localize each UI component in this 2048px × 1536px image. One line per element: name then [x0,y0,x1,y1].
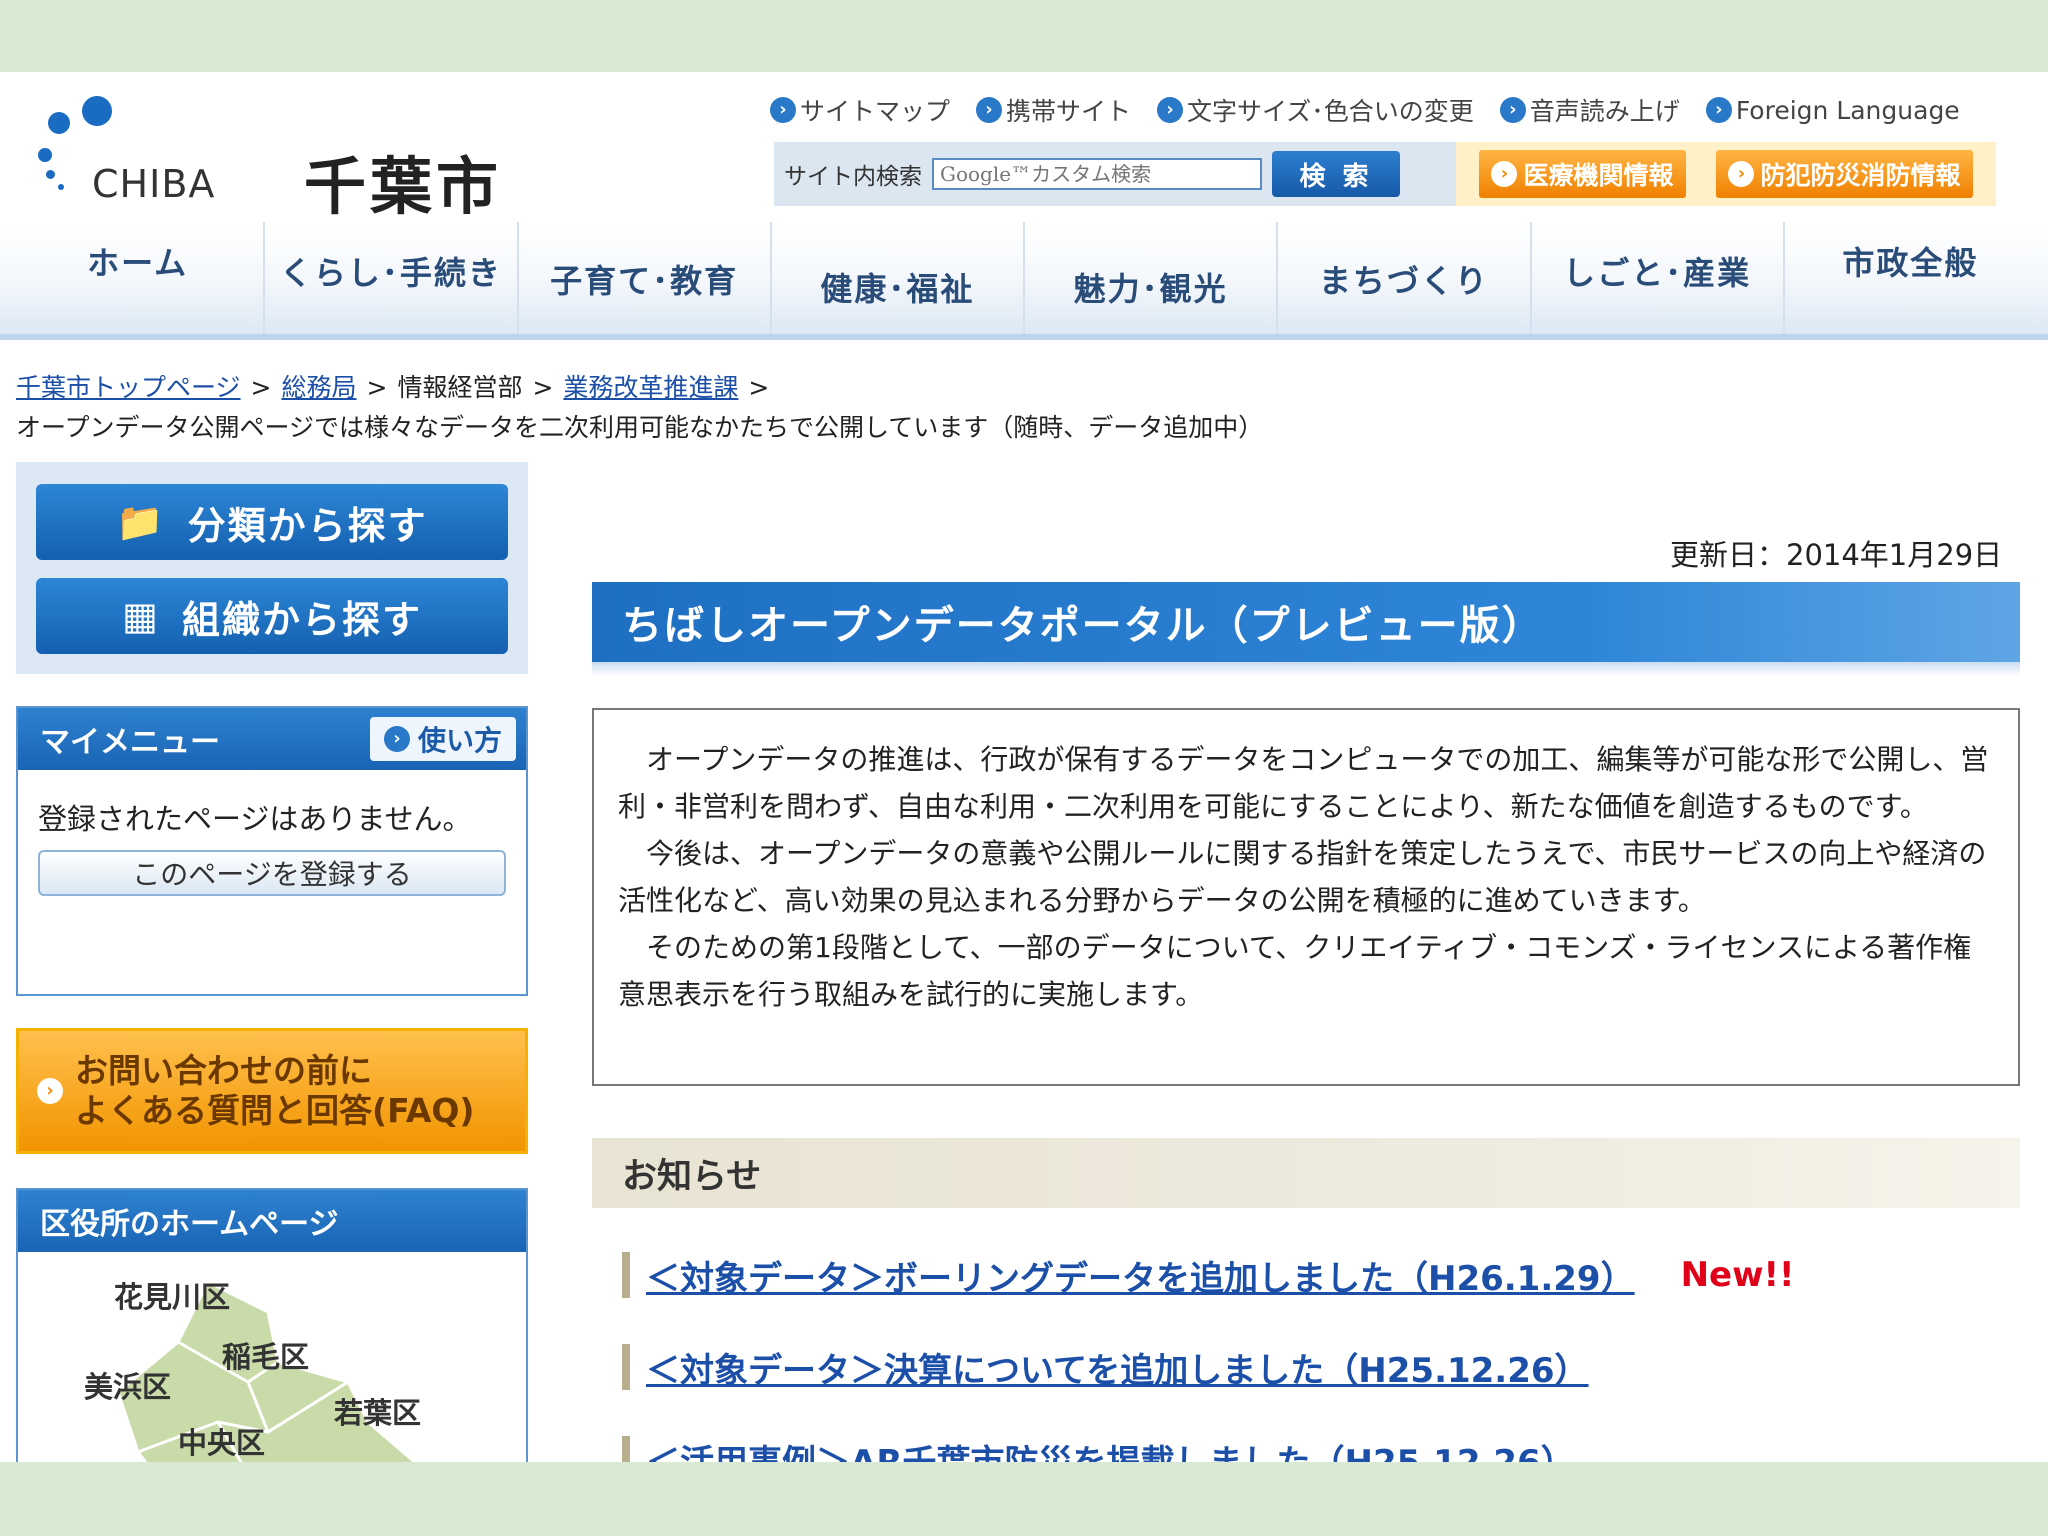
intro-paragraph: オープンデータの推進は、行政が保有するデータをコンピュータでの加工、編集等が可能… [618,743,1989,823]
my-menu-title: マイメニュー [40,725,220,760]
util-link-label: Foreign Language [1735,95,1960,125]
nav-living[interactable]: くらし･手続き [265,222,519,334]
news-link[interactable]: ＜対象データ＞決算についてを追加しました（H25.12.26） [646,1343,1589,1392]
ward-map[interactable]: 花見川区 稲毛区 美浜区 若葉区 中央区 緑区 [18,1252,526,1462]
breadcrumb-separator: > [748,373,770,402]
breadcrumb-link-general-affairs[interactable]: 総務局 [281,373,356,402]
nav-business[interactable]: しごと･産業 [1532,222,1785,334]
breadcrumb-current: オープンデータ公開ページでは様々なデータを二次利用可能なかたちで公開しています（… [16,413,1264,442]
util-link-foreign-language[interactable]: › Foreign Language [1705,92,1960,128]
nav-city-planning[interactable]: まちづくり [1278,222,1532,334]
disaster-info-label: 防犯防災消防情報 [1760,161,1961,190]
ward-offices-panel: 区役所のホームページ 花見川区 稲毛区 美浜区 若葉区 中央区 緑区 [16,1188,528,1462]
news-heading: お知らせ [592,1138,2020,1208]
ward-mihama[interactable]: 美浜区 [84,1364,171,1406]
util-link-label: 音声読み上げ [1529,97,1680,126]
search-button[interactable]: 検 索 [1272,151,1400,197]
utility-links: › サイトマップ › 携帯サイト › 文字サイズ･色合いの変更 › 音声読み上げ › Fo… [770,92,1960,128]
breadcrumb-info-dept: 情報経営部 [397,373,523,402]
top-band [0,0,2048,72]
news-link[interactable]: ＜対象データ＞ボーリングデータを追加しました（H26.1.29） [646,1251,1635,1300]
arrow-right-icon: › [37,1078,63,1104]
arrow-right-icon: › [1499,97,1526,123]
web-page: CHIBA 千葉市 › サイトマップ › 携帯サイト › 文字サイズ･色合いの変更 ›… [0,72,2048,1462]
arrow-right-icon: › [1157,97,1184,123]
folder-icon: 📁 [116,499,166,544]
intro-paragraph: 今後は、オープンデータの意義や公開ルールに関する指針を策定したうえで、市民サービ… [618,837,1987,917]
faq-banner[interactable]: › お問い合わせの前に よくある質問と回答(FAQ) [16,1028,528,1154]
breadcrumb-separator: > [250,373,272,402]
how-to-use-label: 使い方 [417,724,502,757]
arrow-right-icon: › [1491,161,1518,187]
my-menu: マイメニュー › 使い方 登録されたページはありません。 このページを登録する [16,706,528,996]
arrow-right-icon: › [770,97,796,123]
ward-hanamigawa[interactable]: 花見川区 [114,1274,230,1316]
page-title-shadow [592,662,2020,676]
util-link-text-size[interactable]: › 文字サイズ･色合いの変更 [1157,92,1474,128]
arrow-right-icon: › [1728,161,1755,187]
arrow-right-icon: › [1705,97,1732,123]
new-badge: New!! [1680,1255,1795,1295]
arrow-right-icon: › [976,97,1003,123]
nav-city-government[interactable]: 市政全般 [1785,222,2036,334]
updated-date: 更新日：2014年1月29日 [1670,538,2003,572]
news-item: ＜活用事例＞AR千葉市防災を掲載しました（H25.12.26） [622,1436,2012,1462]
ward-wakaba[interactable]: 若葉区 [334,1390,421,1432]
my-menu-empty-message: 登録されたページはありません。 [38,802,472,836]
ward-offices-title: 区役所のホームページ [18,1190,526,1252]
my-menu-header: マイメニュー › 使い方 [18,708,526,770]
util-link-label: 文字サイズ･色合いの変更 [1187,97,1474,126]
bottom-band [0,1462,2048,1536]
page-title: ちばしオープンデータポータル（プレビュー版） [592,582,2020,662]
nav-tourism[interactable]: 魅力･観光 [1025,222,1279,334]
disaster-info-button[interactable]: › 防犯防災消防情報 [1716,150,1973,198]
util-link-label: 携帯サイト [1006,97,1132,126]
medical-info-label: 医療機関情報 [1523,161,1674,190]
site-search: サイト内検索 検 索 [774,142,1472,206]
breadcrumb-link-reform-section[interactable]: 業務改革推進課 [563,373,738,402]
building-icon: ▦ [122,594,160,638]
breadcrumb-link-top[interactable]: 千葉市トップページ [16,373,241,402]
news-item: ＜対象データ＞決算についてを追加しました（H25.12.26） [622,1343,2012,1392]
intro-box: オープンデータの推進は、行政が保有するデータをコンピュータでの加工、編集等が可能… [592,708,2020,1086]
search-by-category-button[interactable]: 📁 分類から探す [36,484,508,560]
news-list: ＜対象データ＞ボーリングデータを追加しました（H26.1.29） New!! ＜… [622,1252,2012,1462]
emergency-links: › 医療機関情報 › 防犯防災消防情報 [1456,142,1996,206]
news-item: ＜対象データ＞ボーリングデータを追加しました（H26.1.29） New!! [622,1251,2012,1300]
nav-home[interactable]: ホーム [12,222,266,334]
intro-paragraph: そのための第1段階として、一部のデータについて、クリエイティブ・コモンズ・ライセ… [618,931,1972,1011]
breadcrumb: 千葉市トップページ > 総務局 > 情報経営部 > 業務改革推進課 > オープンデータ公開ページ… [16,368,2026,448]
search-by-org-button[interactable]: ▦ 組織から探す [36,578,508,654]
breadcrumb-separator: > [366,373,388,402]
breadcrumb-separator: > [532,373,554,402]
nav-health[interactable]: 健康･福祉 [772,222,1025,334]
city-name[interactable]: 千葉市 [304,136,502,226]
util-link-label: サイトマップ [800,97,951,126]
ward-chuo[interactable]: 中央区 [178,1420,265,1462]
search-by-category-label: 分類から探す [187,503,428,548]
logo-text[interactable]: CHIBA [92,162,215,206]
medical-info-button[interactable]: › 医療機関情報 [1479,150,1686,198]
nav-childcare[interactable]: 子育て･教育 [519,222,772,334]
faq-text: お問い合わせの前に よくある質問と回答(FAQ) [75,1051,475,1131]
side-search-panel: 📁 分類から探す ▦ 組織から探す [16,462,528,674]
faq-line-2: よくある質問と回答(FAQ) [75,1091,475,1130]
search-input[interactable] [932,158,1262,190]
faq-line-1: お問い合わせの前に [75,1051,372,1090]
how-to-use-button[interactable]: › 使い方 [369,717,516,761]
util-link-read-aloud[interactable]: › 音声読み上げ [1499,92,1680,128]
global-nav: ホーム くらし･手続き 子育て･教育 健康･福祉 魅力･観光 まちづくり しごと… [0,222,2048,340]
register-page-button[interactable]: このページを登録する [38,850,506,896]
news-link[interactable]: ＜活用事例＞AR千葉市防災を掲載しました（H25.12.26） [646,1435,1575,1463]
arrow-right-icon: › [383,726,410,752]
util-link-sitemap[interactable]: › サイトマップ [770,92,950,128]
search-label: サイト内検索 [784,164,922,190]
search-by-org-label: 組織から探す [181,597,422,642]
ward-inage[interactable]: 稲毛区 [222,1334,309,1376]
util-link-mobile[interactable]: › 携帯サイト [976,92,1131,128]
